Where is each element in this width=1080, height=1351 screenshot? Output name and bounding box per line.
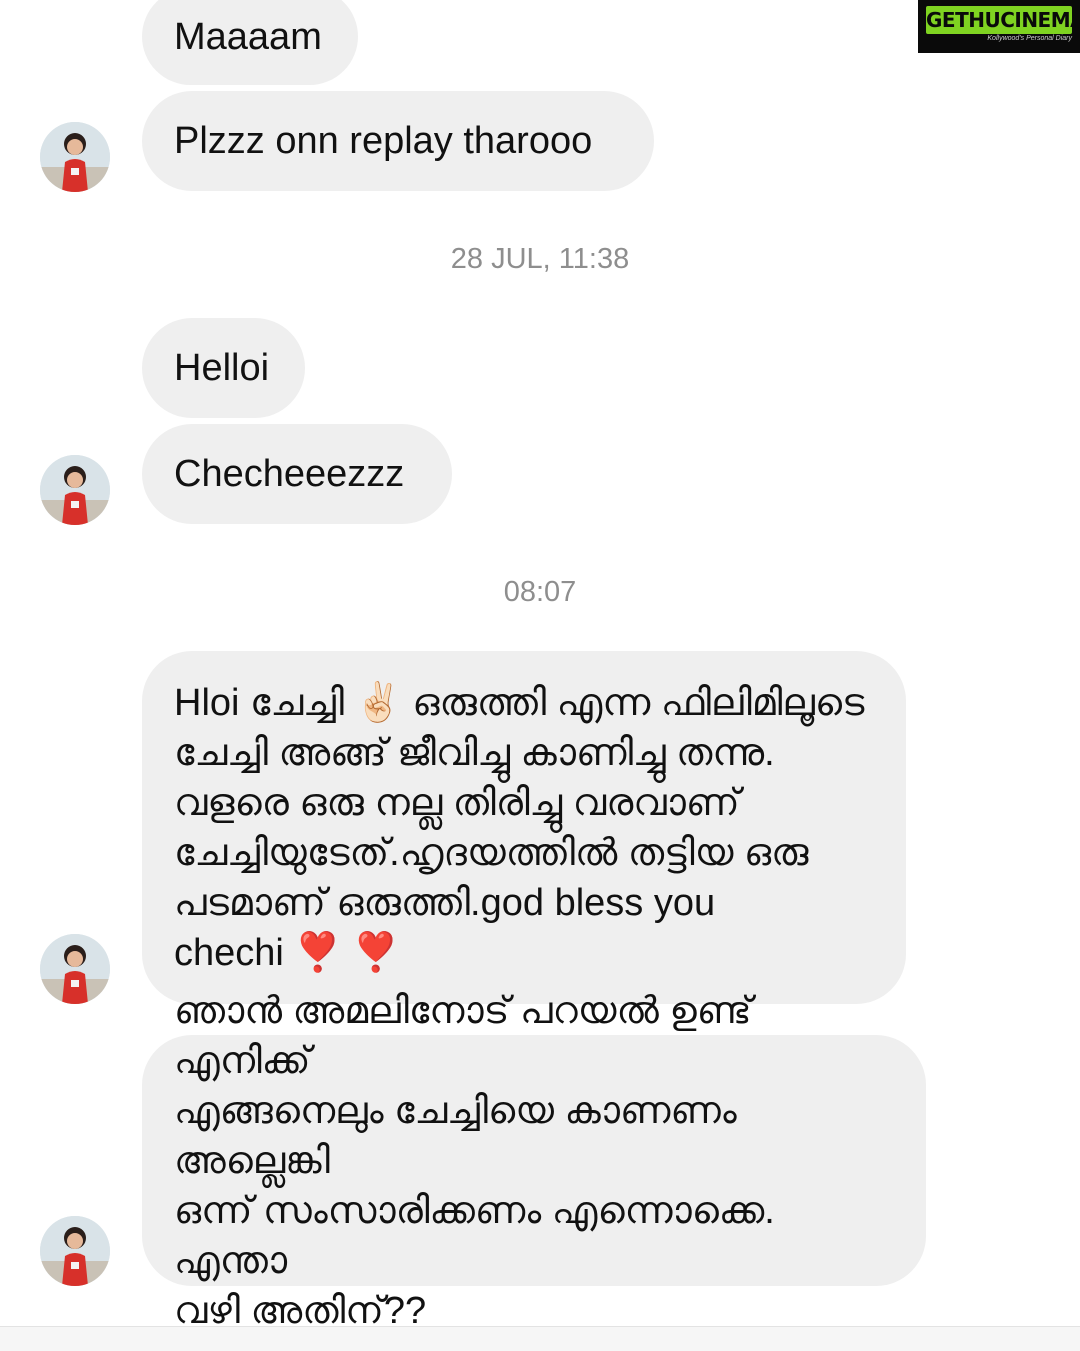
avatar-image-icon [40, 934, 110, 1004]
watermark-tagline: Kollywood's Personal Diary [987, 35, 1072, 42]
message-line: പടമാണ് ഒരുത്തി.god bless you [174, 881, 716, 924]
avatar[interactable] [40, 122, 110, 192]
message-line: ഞാൻ അമലിനോട് പറയൽ ഉണ്ട് എനിക്ക് [174, 989, 752, 1082]
message-bubble[interactable]: Hloi ചേച്ചി ✌🏻 ഒരുത്തി എന്ന ഫിലിമിലൂടെ ച… [142, 651, 906, 1004]
message-bubble[interactable]: Plzzz onn replay tharooo [142, 91, 654, 191]
message-line: ഒന്ന് സംസാരിക്കണം എന്നൊക്കെ. എന്താ [174, 1189, 775, 1282]
message-bubble[interactable]: Checheeezzz [142, 424, 452, 524]
message-bubble[interactable]: Helloi [142, 318, 305, 418]
timestamp: 28 JUL, 11:38 [450, 243, 630, 275]
message-text: Maaaam [174, 15, 322, 58]
message-line: എങ്ങനെലും ചേച്ചിയെ കാണണം അല്ലെങ്കി [174, 1089, 737, 1182]
watermark-brand: GETHUCINEMA [926, 6, 1080, 34]
composer-bar-edge [0, 1326, 1080, 1351]
message-bubble[interactable]: ഞാൻ അമലിനോട് പറയൽ ഉണ്ട് എനിക്ക് എങ്ങനെലു… [142, 990, 926, 1332]
message-text: Helloi [174, 347, 270, 389]
avatar[interactable] [40, 934, 110, 1004]
avatar-image-icon [40, 122, 110, 192]
message-line: ചേച്ചി അങ്ങ് ജീവിച്ചു കാണിച്ചു തന്നു. [174, 731, 775, 774]
message-text: Plzzz onn replay tharooo [174, 120, 593, 162]
avatar[interactable] [40, 1216, 110, 1286]
avatar-image-icon [40, 455, 110, 525]
message-line: ചേച്ചിയുടേത്.ഹൃദയത്തിൽ തട്ടിയ ഒരു [174, 831, 809, 874]
message-line: വളരെ ഒരു നല്ല തിരിച്ചു വരവാണ് [174, 781, 740, 824]
avatar-image-icon [40, 1216, 110, 1286]
message-line: Hloi ചേച്ചി ✌🏻 ഒരുത്തി എന്ന ഫിലിമിലൂടെ [174, 681, 865, 724]
avatar[interactable] [40, 455, 110, 525]
watermark-logo: GETHUCINEMA Kollywood's Personal Diary [918, 0, 1080, 53]
timestamp: 08:07 [503, 576, 577, 608]
message-bubble[interactable]: Maaaam [142, 0, 358, 85]
message-text: Checheeezzz [174, 453, 405, 495]
message-line: chechi ❣️ ❣️ [174, 931, 400, 974]
